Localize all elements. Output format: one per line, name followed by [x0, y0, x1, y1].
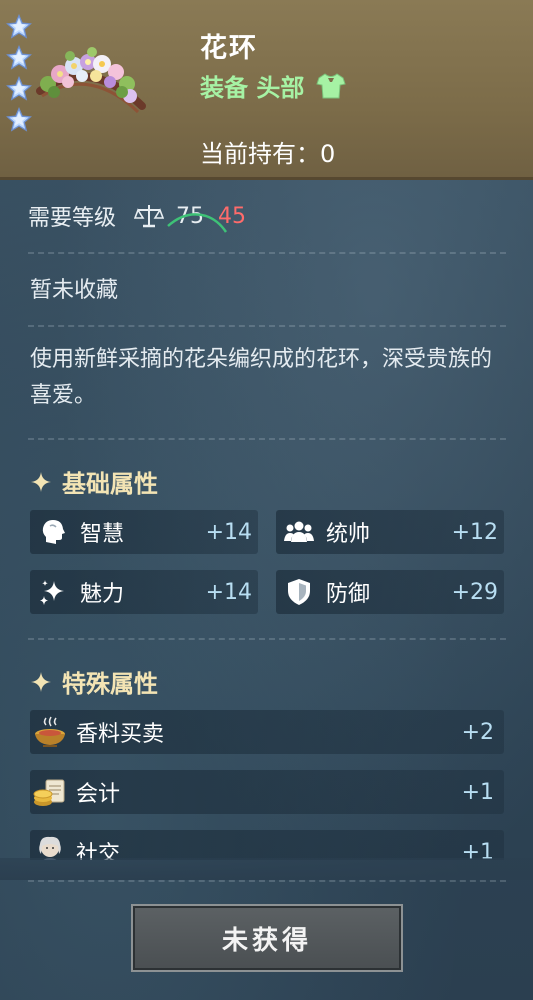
item-name: 花环 — [200, 33, 258, 64]
level-requirement: 需要等级 75 45 — [28, 198, 508, 234]
star-icon — [6, 76, 32, 101]
flower-wreath-icon — [36, 47, 146, 114]
attribute-name: 魅力 — [80, 582, 125, 607]
original-level: 75 — [167, 204, 228, 233]
special-attribute-name: 会计 — [76, 782, 121, 807]
requirement-label: 需要等级 — [28, 206, 117, 231]
rarity-stars — [6, 14, 32, 138]
noble-portrait-icon — [39, 836, 61, 860]
item-type: 装备 头部 — [200, 68, 347, 103]
attribute-value: +29 — [451, 579, 498, 605]
special-attribute-name: 社交 — [76, 842, 121, 860]
attribute-value: +14 — [205, 579, 252, 605]
collection-status: 暂未收藏 — [30, 278, 119, 303]
attribute-charm: 魅力 +14 — [30, 570, 258, 614]
shirt-icon — [316, 72, 347, 98]
star-icon — [6, 14, 32, 39]
attribute-value: +14 — [205, 519, 252, 545]
owned-count: 当前持有：0 — [200, 140, 336, 168]
sparkle-icon — [31, 671, 51, 692]
base-attributes-title: 基础属性 — [30, 464, 158, 499]
divider — [28, 638, 506, 640]
star-icon — [6, 45, 32, 70]
divider — [28, 880, 506, 882]
special-attributes-label: 特殊属性 — [62, 670, 158, 698]
not-obtained-button[interactable]: 未获得 — [131, 904, 403, 972]
base-attributes-label: 基础属性 — [62, 470, 158, 498]
scroll-clip: 社交 +1 — [0, 830, 533, 860]
special-attribute-spice-trade: 香料买卖 +2 — [30, 710, 504, 754]
special-attribute-value: +1 — [461, 779, 494, 805]
shield-icon — [288, 579, 310, 605]
attribute-name: 智慧 — [80, 522, 125, 547]
item-type-label: 装备 头部 — [200, 74, 305, 102]
special-attributes-title: 特殊属性 — [30, 664, 158, 699]
head-icon — [42, 520, 65, 544]
sparkle-icon — [31, 471, 51, 492]
scale-icon — [134, 205, 165, 228]
attribute-wisdom: 智慧 +14 — [30, 510, 258, 554]
group-icon — [284, 521, 314, 542]
spice-bowl-icon — [35, 716, 65, 747]
coins-icon — [33, 779, 65, 806]
special-attribute-name: 香料买卖 — [76, 722, 165, 747]
attribute-defense: 防御 +29 — [276, 570, 504, 614]
item-header: 花环 装备 头部 当前持有：0 — [0, 0, 533, 180]
divider — [28, 325, 506, 327]
scroll-fade — [0, 858, 533, 880]
sparkle-icon — [40, 580, 64, 605]
divider — [28, 438, 506, 440]
strikethrough-mark — [167, 212, 228, 233]
attribute-name: 统帅 — [326, 522, 371, 547]
special-attribute-value: +1 — [461, 839, 494, 861]
special-attribute-accounting: 会计 +1 — [30, 770, 504, 814]
attribute-value: +12 — [451, 519, 498, 545]
special-attribute-social: 社交 +1 — [30, 830, 504, 860]
item-description: 使用新鲜采摘的花朵编织成的花环，深受贵族的喜爱。 — [30, 347, 493, 408]
star-icon — [6, 107, 32, 132]
attribute-command: 统帅 +12 — [276, 510, 504, 554]
divider — [28, 252, 506, 254]
attribute-name: 防御 — [326, 582, 371, 607]
special-attribute-value: +2 — [461, 719, 494, 745]
